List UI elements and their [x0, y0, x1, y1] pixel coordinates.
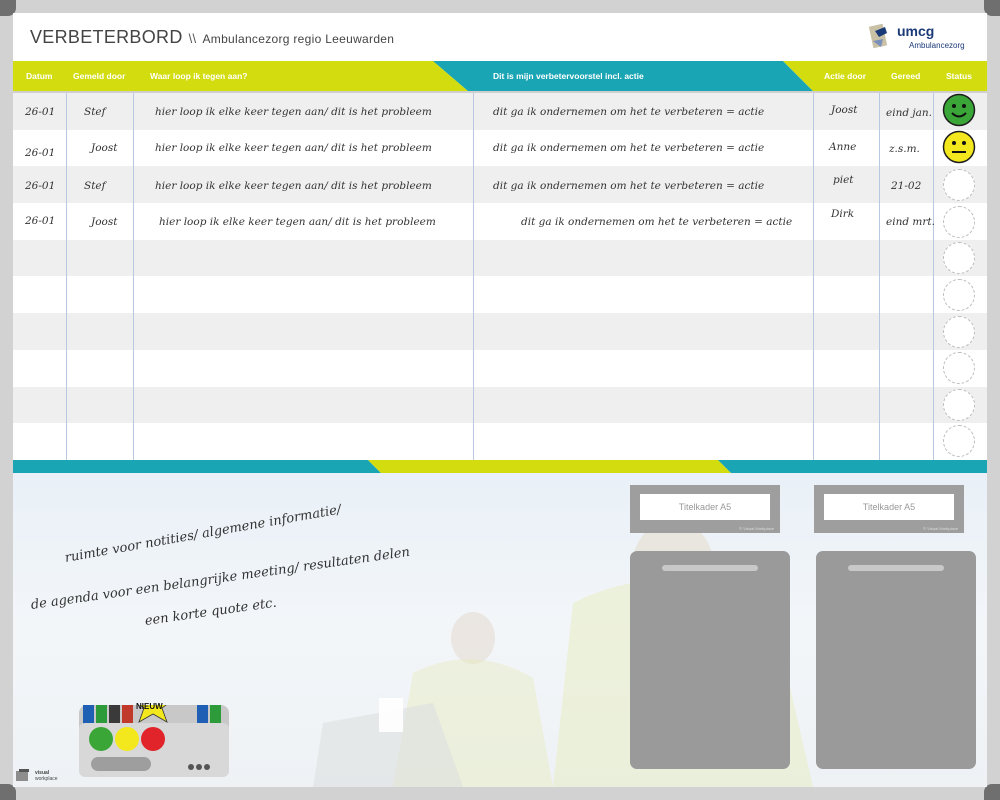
- pen-tray[interactable]: NIEUW: [79, 702, 229, 777]
- logo-text: umcg: [897, 23, 935, 39]
- column-header-voorstel: Dit is mijn verbetervoorstel incl. actie: [493, 71, 644, 81]
- status-empty-circle[interactable]: [943, 242, 975, 274]
- a4-document-holder[interactable]: [816, 551, 976, 769]
- column-header-datum: Datum: [26, 71, 53, 81]
- cell-gemeld-door: Stef: [84, 106, 106, 118]
- cell-probleem: hier loop ik elke keer tegen aan/ dit is…: [159, 216, 436, 228]
- cell-datum: 26-01: [25, 106, 56, 118]
- cell-gemeld-door: Joost: [91, 216, 118, 228]
- cell-gemeld-door: Joost: [91, 142, 118, 154]
- titelkader-brand: © Visual Workplace: [923, 526, 958, 531]
- cell-probleem: hier loop ik elke keer tegen aan/ dit is…: [155, 142, 432, 154]
- board-subtitle: Ambulancezorg regio Leeuwarden: [202, 32, 395, 46]
- cell-gereed: 21-02: [891, 180, 922, 192]
- a4-document-holder[interactable]: [630, 551, 790, 769]
- cell-actie: dit ga ik ondernemen om het te verbetere…: [493, 142, 765, 154]
- ambulance-logo-icon: [868, 23, 888, 49]
- cell-actie-door: Joost: [831, 104, 858, 116]
- status-yellow-smiley-icon[interactable]: [942, 130, 976, 164]
- titelkader-brand: © Visual Workplace: [739, 526, 774, 531]
- pen-tray-graphic: [79, 705, 229, 777]
- cell-datum: 26-01: [25, 147, 56, 159]
- column-header-gereed: Gereed: [891, 71, 921, 81]
- table-row: [13, 350, 987, 387]
- status-empty-circle[interactable]: [943, 316, 975, 348]
- table-row: [13, 239, 987, 277]
- titelkader-frame[interactable]: Titelkader A5 © Visual Workplace: [630, 485, 780, 533]
- status-empty-circle[interactable]: [943, 389, 975, 421]
- status-empty-circle[interactable]: [943, 279, 975, 311]
- column-header-actie-door: Actie door: [824, 71, 867, 81]
- column-divider: [879, 93, 880, 460]
- cell-gereed: eind mrt.: [886, 216, 935, 228]
- table-row: [13, 386, 987, 424]
- page-title: VERBETERBORD \\ Ambulancezorg regio Leeuwa…: [30, 27, 394, 48]
- status-empty-circle[interactable]: [943, 206, 975, 238]
- verbeterbord: VERBETERBORD \\ Ambulancezorg regio Leeuwa…: [13, 13, 987, 787]
- status-empty-circle[interactable]: [943, 425, 975, 457]
- titelkader-frame[interactable]: Titelkader A5 © Visual Workplace: [814, 485, 964, 533]
- visual-workplace-icon: [16, 769, 29, 781]
- status-empty-circle[interactable]: [943, 169, 975, 201]
- cell-actie-door: piet: [833, 174, 854, 186]
- cell-gereed: z.s.m.: [889, 143, 920, 155]
- column-header-status: Status: [946, 71, 972, 81]
- status-green-smiley-icon[interactable]: [942, 93, 976, 127]
- cell-actie: dit ga ik ondernemen om het te verbetere…: [493, 180, 765, 192]
- cell-actie: dit ga ik ondernemen om het te verbetere…: [493, 106, 765, 118]
- column-divider: [813, 93, 814, 460]
- board-title: VERBETERBORD: [30, 27, 183, 47]
- title-separator: \\: [188, 31, 197, 46]
- table-row: [13, 423, 987, 460]
- logo-subtext: Ambulancezorg: [909, 41, 965, 50]
- table-row: [13, 277, 987, 314]
- table-row: [13, 313, 987, 350]
- cell-probleem: hier loop ik elke keer tegen aan/ dit is…: [155, 180, 432, 192]
- status-empty-circle[interactable]: [943, 352, 975, 384]
- cell-datum: 26-01: [25, 215, 56, 227]
- titelkader-label: Titelkader A5: [824, 494, 954, 520]
- cell-gemeld-door: Stef: [84, 180, 106, 192]
- umcg-logo: umcg Ambulancezorg: [867, 21, 977, 55]
- column-divider: [66, 93, 67, 460]
- holder-clip: [848, 565, 944, 571]
- cell-actie-door: Anne: [829, 141, 857, 153]
- column-header-gemeld-door: Gemeld door: [73, 71, 126, 81]
- cell-actie-door: Dirk: [831, 208, 855, 220]
- holder-clip: [662, 565, 758, 571]
- cell-probleem: hier loop ik elke keer tegen aan/ dit is…: [155, 106, 432, 118]
- column-divider: [933, 93, 934, 460]
- cell-gereed: eind jan.: [886, 107, 933, 119]
- section-divider-band: [13, 460, 987, 473]
- column-divider: [473, 93, 474, 460]
- column-divider: [133, 93, 134, 460]
- column-header-waar-loop: Waar loop ik tegen aan?: [150, 71, 248, 81]
- cell-datum: 26-01: [25, 180, 56, 192]
- brand-line: workplace: [35, 776, 58, 782]
- nieuw-badge: NIEUW: [136, 702, 163, 711]
- cell-actie: dit ga ik ondernemen om het te verbetere…: [521, 216, 793, 228]
- board-header: VERBETERBORD \\ Ambulancezorg regio Leeuwa…: [13, 13, 987, 61]
- titelkader-label: Titelkader A5: [640, 494, 770, 520]
